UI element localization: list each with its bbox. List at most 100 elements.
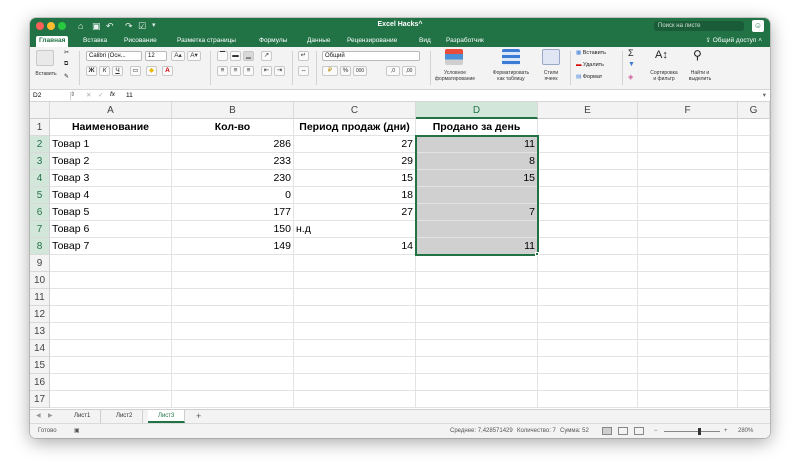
column-header-b[interactable]: B — [172, 102, 294, 119]
row-header-15[interactable]: 15 — [30, 357, 50, 374]
cell-g6[interactable] — [738, 204, 770, 221]
cell-g11[interactable] — [738, 289, 770, 306]
cell-g10[interactable] — [738, 272, 770, 289]
tab-data[interactable]: Данные — [304, 36, 333, 46]
tab-home[interactable]: Главная — [36, 36, 69, 47]
tab-review[interactable]: Рецензирование — [344, 36, 400, 46]
cell-e13[interactable] — [538, 323, 638, 340]
cell-g15[interactable] — [738, 357, 770, 374]
cell-g12[interactable] — [738, 306, 770, 323]
cancel-icon[interactable]: ✕ — [86, 91, 91, 99]
font-color-icon[interactable]: A — [162, 66, 173, 76]
column-header-g[interactable]: G — [738, 102, 770, 119]
cell-c7[interactable]: н.д — [294, 221, 416, 238]
cell-b2[interactable]: 286 — [172, 136, 294, 153]
row-header-9[interactable]: 9 — [30, 255, 50, 272]
align-top-icon[interactable]: ▔ — [217, 51, 228, 61]
cell-f6[interactable] — [638, 204, 738, 221]
cell-c2[interactable]: 27 — [294, 136, 416, 153]
expand-formula-icon[interactable]: ▾ — [763, 91, 766, 99]
zoom-in-icon[interactable]: + — [724, 424, 728, 438]
cell-a10[interactable] — [50, 272, 172, 289]
cell-d7[interactable] — [416, 221, 538, 238]
format-as-table-icon[interactable] — [502, 49, 520, 65]
cell-a6[interactable]: Товар 5 — [50, 204, 172, 221]
cell-f17[interactable] — [638, 391, 738, 408]
decrease-decimal-icon[interactable]: ,00 — [402, 66, 416, 76]
cell-g16[interactable] — [738, 374, 770, 391]
tab-formulas[interactable]: Формулы — [256, 36, 290, 46]
formula-input[interactable]: 11 — [126, 92, 133, 99]
cell-d3[interactable]: 8 — [416, 153, 538, 170]
cell-b5[interactable]: 0 — [172, 187, 294, 204]
zoom-out-icon[interactable]: − — [654, 424, 658, 438]
cell-a2[interactable]: Товар 1 — [50, 136, 172, 153]
cell-a14[interactable] — [50, 340, 172, 357]
cell-c9[interactable] — [294, 255, 416, 272]
cell-e17[interactable] — [538, 391, 638, 408]
cell-a7[interactable]: Товар 6 — [50, 221, 172, 238]
conditional-format-icon[interactable] — [445, 49, 463, 65]
align-middle-icon[interactable]: ▬ — [230, 51, 241, 61]
cell-b9[interactable] — [172, 255, 294, 272]
row-header-17[interactable]: 17 — [30, 391, 50, 408]
cell-g13[interactable] — [738, 323, 770, 340]
cell-b6[interactable]: 177 — [172, 204, 294, 221]
column-header-f[interactable]: F — [638, 102, 738, 119]
wrap-text-icon[interactable]: ↵ — [298, 51, 309, 61]
find-select-icon[interactable]: ⚲ — [693, 48, 702, 62]
tab-insert[interactable]: Вставка — [80, 36, 110, 46]
next-sheet-icon[interactable]: ▶ — [48, 410, 53, 423]
cell-f7[interactable] — [638, 221, 738, 238]
cut-icon[interactable]: ✂ — [64, 49, 69, 56]
cell-c17[interactable] — [294, 391, 416, 408]
underline-icon[interactable]: Ч — [112, 66, 123, 76]
select-all-corner[interactable] — [30, 102, 50, 119]
cell-f13[interactable] — [638, 323, 738, 340]
bold-icon[interactable]: Ж — [86, 66, 97, 76]
cell-g5[interactable] — [738, 187, 770, 204]
cell-c12[interactable] — [294, 306, 416, 323]
thousands-icon[interactable]: 000 — [353, 66, 367, 76]
row-header-4[interactable]: 4 — [30, 170, 50, 187]
cell-g7[interactable] — [738, 221, 770, 238]
cell-c10[interactable] — [294, 272, 416, 289]
cell-g1[interactable] — [738, 119, 770, 136]
fill-handle[interactable] — [535, 252, 539, 256]
cell-d12[interactable] — [416, 306, 538, 323]
row-header-10[interactable]: 10 — [30, 272, 50, 289]
cell-b17[interactable] — [172, 391, 294, 408]
cell-b12[interactable] — [172, 306, 294, 323]
prev-sheet-icon[interactable]: ◀ — [36, 410, 41, 423]
cell-e12[interactable] — [538, 306, 638, 323]
cell-b15[interactable] — [172, 357, 294, 374]
number-format-select[interactable]: Общий — [322, 51, 420, 61]
row-header-16[interactable]: 16 — [30, 374, 50, 391]
sort-filter-button[interactable]: Сортировка и фильтр — [642, 70, 686, 82]
confirm-icon[interactable]: ✓ — [98, 91, 103, 99]
sheet-tab-1[interactable]: Лист1 — [64, 410, 102, 423]
cell-e14[interactable] — [538, 340, 638, 357]
cell-e15[interactable] — [538, 357, 638, 374]
cell-e16[interactable] — [538, 374, 638, 391]
cell-c3[interactable]: 29 — [294, 153, 416, 170]
cell-d16[interactable] — [416, 374, 538, 391]
italic-icon[interactable]: К — [99, 66, 110, 76]
cell-b7[interactable]: 150 — [172, 221, 294, 238]
align-bottom-icon[interactable]: ▁ — [243, 51, 254, 61]
cell-f11[interactable] — [638, 289, 738, 306]
row-header-14[interactable]: 14 — [30, 340, 50, 357]
zoom-slider[interactable] — [664, 431, 720, 432]
cell-f10[interactable] — [638, 272, 738, 289]
cell-b1[interactable]: Кол-во — [172, 119, 294, 136]
zoom-slider-thumb[interactable] — [698, 428, 701, 435]
cell-d15[interactable] — [416, 357, 538, 374]
search-input[interactable]: Поиск на листе — [654, 21, 744, 31]
normal-view-icon[interactable] — [602, 427, 612, 435]
tab-page-layout[interactable]: Разметка страницы — [174, 36, 239, 46]
cell-f1[interactable] — [638, 119, 738, 136]
tab-developer[interactable]: Разработчик — [443, 36, 487, 46]
sheet-tab-2[interactable]: Лист2 — [106, 410, 144, 423]
cell-e7[interactable] — [538, 221, 638, 238]
cell-a12[interactable] — [50, 306, 172, 323]
